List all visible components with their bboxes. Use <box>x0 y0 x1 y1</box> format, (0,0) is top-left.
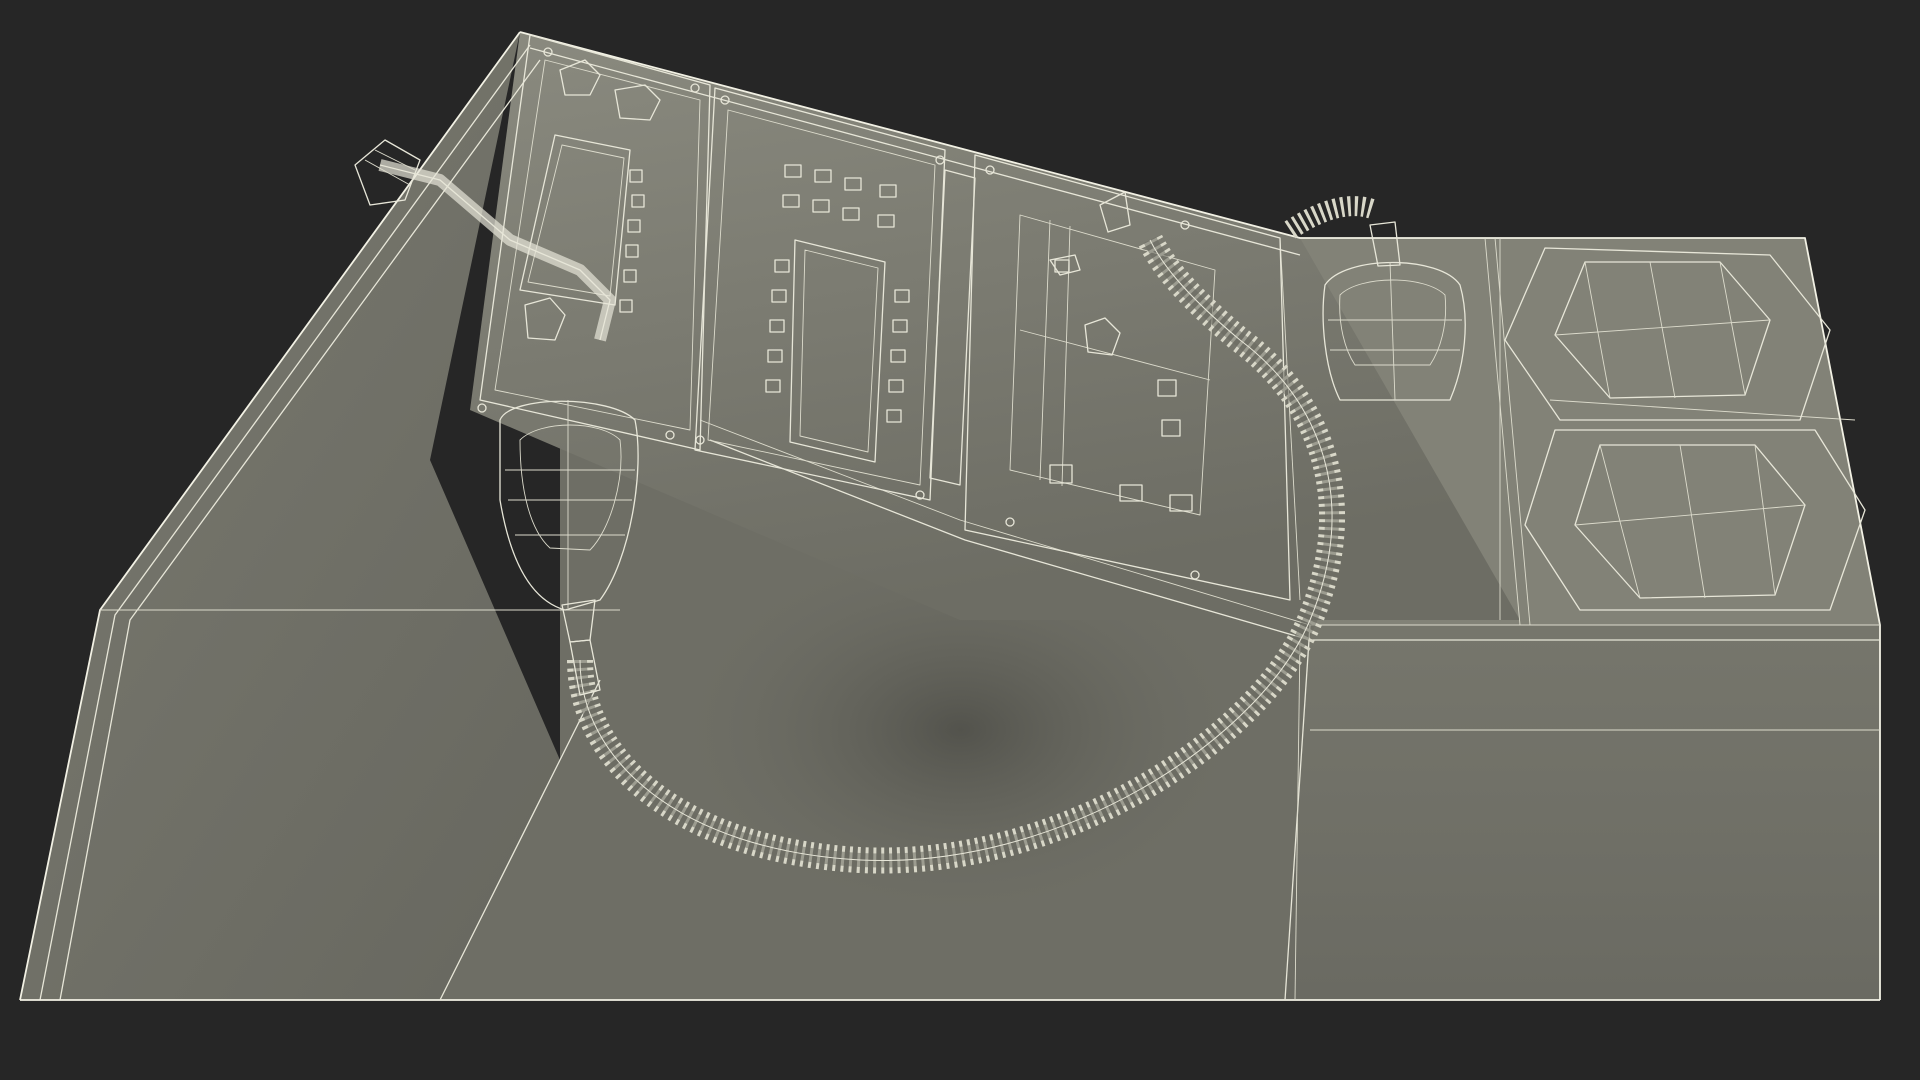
wireframe-console-render <box>19 31 1881 1001</box>
right-block-front-face <box>1285 625 1880 1000</box>
right-mic-coiled-cord <box>1284 196 1379 239</box>
render-viewport <box>0 0 1920 1080</box>
